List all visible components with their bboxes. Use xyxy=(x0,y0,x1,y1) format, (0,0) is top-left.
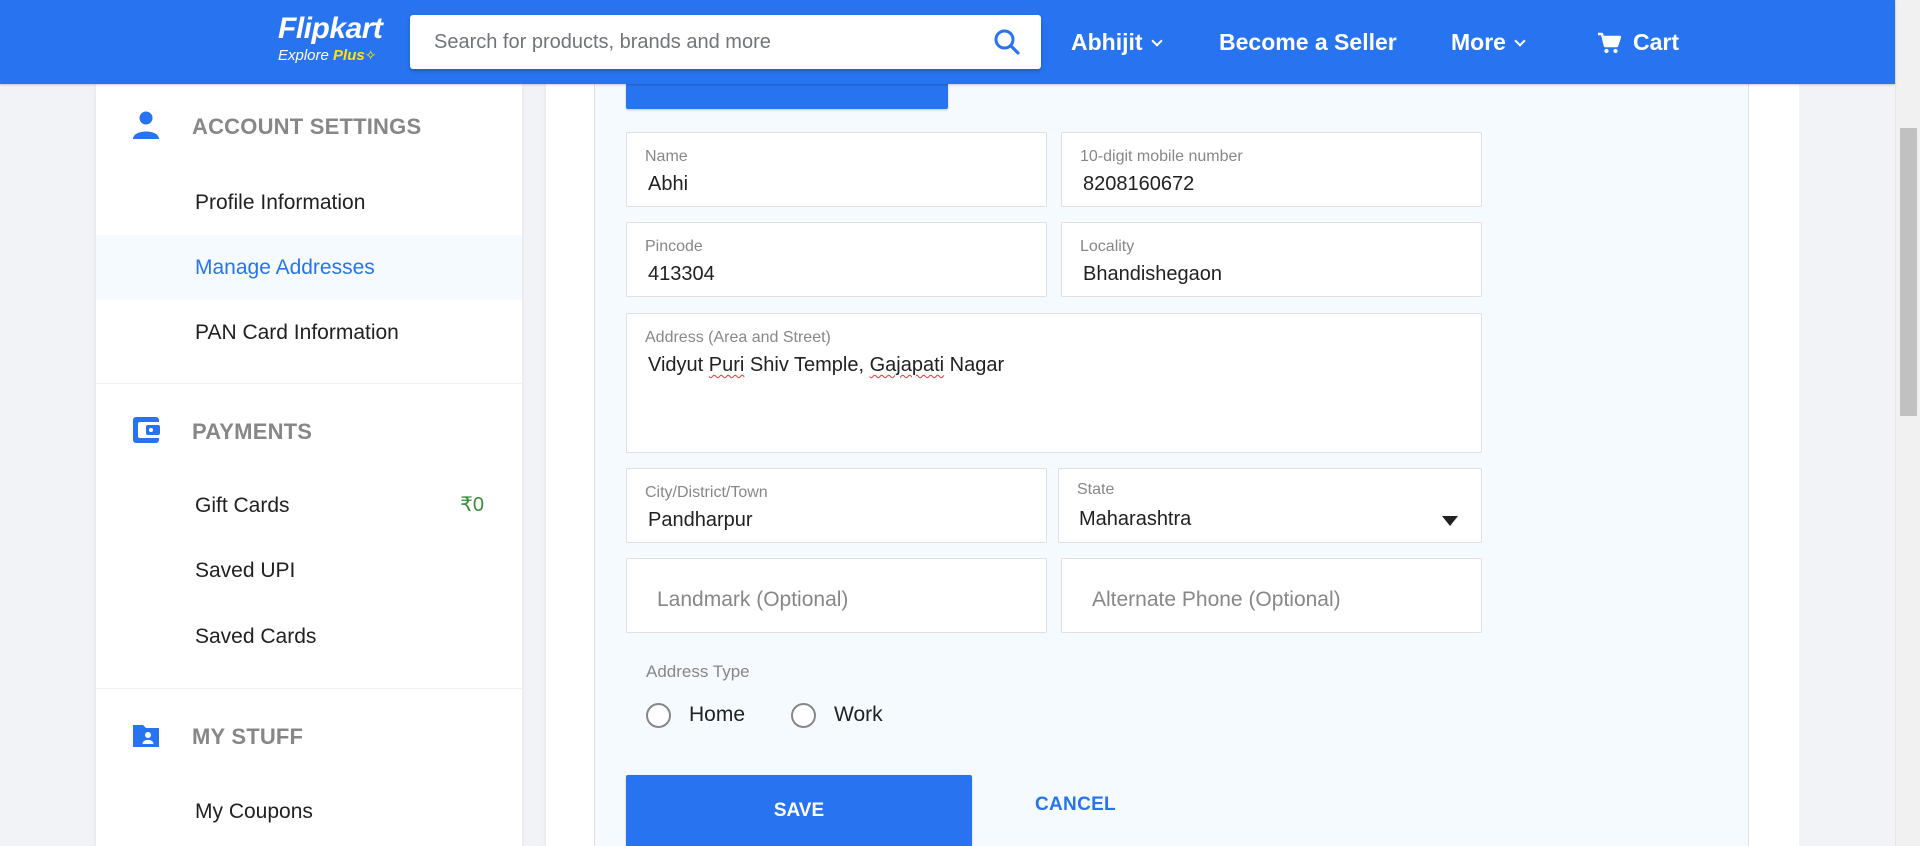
sidebar-item-saved-upi[interactable]: Saved UPI xyxy=(96,538,522,603)
state-select[interactable]: State Maharashtra xyxy=(1058,468,1482,543)
section-title: MY STUFF xyxy=(192,724,304,749)
account-settings-header: ACCOUNT SETTINGS xyxy=(96,96,522,156)
landmark-field[interactable]: Landmark (Optional) xyxy=(626,558,1047,633)
sidebar-item-label: Gift Cards xyxy=(195,494,290,517)
sidebar-item-pan-card-information[interactable]: PAN Card Information xyxy=(96,300,522,365)
radio-label: Home xyxy=(689,703,746,726)
section-title: PAYMENTS xyxy=(192,419,313,444)
search-icon[interactable] xyxy=(993,28,1021,56)
account-sidebar: ACCOUNT SETTINGS Profile Information Man… xyxy=(96,84,522,846)
become-seller-link[interactable]: Become a Seller xyxy=(1219,27,1397,57)
field-label: City/District/Town xyxy=(645,484,768,501)
search-bar xyxy=(410,15,1041,69)
field-label: Address (Area and Street) xyxy=(645,329,831,346)
plus-star-icon: ✧ xyxy=(364,47,377,63)
sidebar-item-saved-cards[interactable]: Saved Cards xyxy=(96,604,522,669)
field-placeholder: Alternate Phone (Optional) xyxy=(1092,588,1341,611)
dropdown-caret-icon xyxy=(1442,516,1458,526)
address-text-misspelled: Gajapati xyxy=(869,354,945,376)
search-input[interactable] xyxy=(410,15,970,69)
section-title: ACCOUNT SETTINGS xyxy=(192,114,422,139)
chevron-down-icon xyxy=(1514,35,1526,47)
logo-brand: Flipkart xyxy=(278,12,383,45)
field-label: 10-digit mobile number xyxy=(1080,148,1243,165)
cart-icon xyxy=(1598,32,1621,54)
folder-user-icon xyxy=(133,725,159,747)
sidebar-item-gift-cards[interactable]: Gift Cards ₹0 xyxy=(96,473,522,538)
field-placeholder: Landmark (Optional) xyxy=(657,588,849,611)
locality-field[interactable]: Locality Bhandishegaon xyxy=(1061,222,1482,297)
field-value: Vidyut Puri Shiv Temple, Gajapati Nagar xyxy=(648,354,1004,377)
more-label: More xyxy=(1451,29,1506,55)
use-current-location-button[interactable] xyxy=(626,84,948,109)
address-text-part: Shiv Temple, xyxy=(744,354,870,376)
field-value: Maharashtra xyxy=(1079,508,1192,530)
city-field[interactable]: City/District/Town Pandharpur xyxy=(626,468,1047,543)
field-value: 8208160672 xyxy=(1083,173,1195,195)
flipkart-logo[interactable]: Flipkart Explore Plus✧ xyxy=(278,12,383,65)
pincode-field[interactable]: Pincode 413304 xyxy=(626,222,1047,297)
more-menu[interactable]: More xyxy=(1451,27,1526,57)
wallet-icon xyxy=(133,417,160,443)
field-value: Pandharpur xyxy=(648,509,753,531)
field-label: State xyxy=(1077,481,1115,498)
radio-label: Work xyxy=(834,703,883,726)
field-value: Bhandishegaon xyxy=(1083,263,1223,285)
scrollbar-thumb[interactable] xyxy=(1900,128,1917,416)
person-icon xyxy=(133,111,159,139)
logo-sub-prefix: Explore xyxy=(278,47,334,64)
logo-sub-plus: Plus xyxy=(333,47,365,64)
field-value: Abhi xyxy=(648,173,689,195)
field-label: Pincode xyxy=(645,238,703,255)
payments-header: PAYMENTS xyxy=(96,401,522,461)
chevron-down-icon xyxy=(1150,35,1163,47)
address-textarea[interactable]: Address (Area and Street) Vidyut Puri Sh… xyxy=(626,313,1482,453)
sidebar-item-profile-information[interactable]: Profile Information xyxy=(96,170,522,235)
cart-label: Cart xyxy=(1633,29,1680,55)
sidebar-item-my-coupons[interactable]: My Coupons xyxy=(96,779,522,844)
field-value: 413304 xyxy=(648,263,715,285)
address-text-part: Nagar xyxy=(944,354,1005,376)
save-button[interactable]: SAVE xyxy=(626,775,972,846)
my-stuff-header: MY STUFF xyxy=(96,706,522,766)
logo-subtitle: Explore Plus✧ xyxy=(278,46,382,65)
user-menu[interactable]: Abhijit xyxy=(1071,27,1163,57)
alternate-phone-field[interactable]: Alternate Phone (Optional) xyxy=(1061,558,1482,633)
gift-card-balance: ₹0 xyxy=(460,494,484,516)
address-text-part: Vidyut xyxy=(648,354,709,376)
section-divider xyxy=(96,688,522,689)
address-type-label: Address Type xyxy=(646,662,750,681)
address-text-misspelled: Puri xyxy=(708,354,745,376)
address-form: Name Abhi 10-digit mobile number 8208160… xyxy=(594,84,1749,846)
radio-circle xyxy=(791,703,816,728)
top-header: Flipkart Explore Plus✧ Abhijit Become a … xyxy=(0,0,1895,84)
section-divider xyxy=(96,383,522,384)
page-scrollbar[interactable] xyxy=(1895,0,1920,846)
sidebar-item-manage-addresses[interactable]: Manage Addresses xyxy=(96,235,522,300)
name-field[interactable]: Name Abhi xyxy=(626,132,1047,207)
cancel-button[interactable]: CANCEL xyxy=(1035,794,1116,816)
main-content: Name Abhi 10-digit mobile number 8208160… xyxy=(546,84,1799,846)
radio-circle xyxy=(646,703,671,728)
cart-link[interactable]: Cart xyxy=(1597,27,1679,57)
field-label: Name xyxy=(645,148,688,165)
mobile-number-field[interactable]: 10-digit mobile number 8208160672 xyxy=(1061,132,1482,207)
page-background xyxy=(1799,84,1895,846)
user-name: Abhijit xyxy=(1071,29,1143,55)
field-label: Locality xyxy=(1080,238,1135,255)
